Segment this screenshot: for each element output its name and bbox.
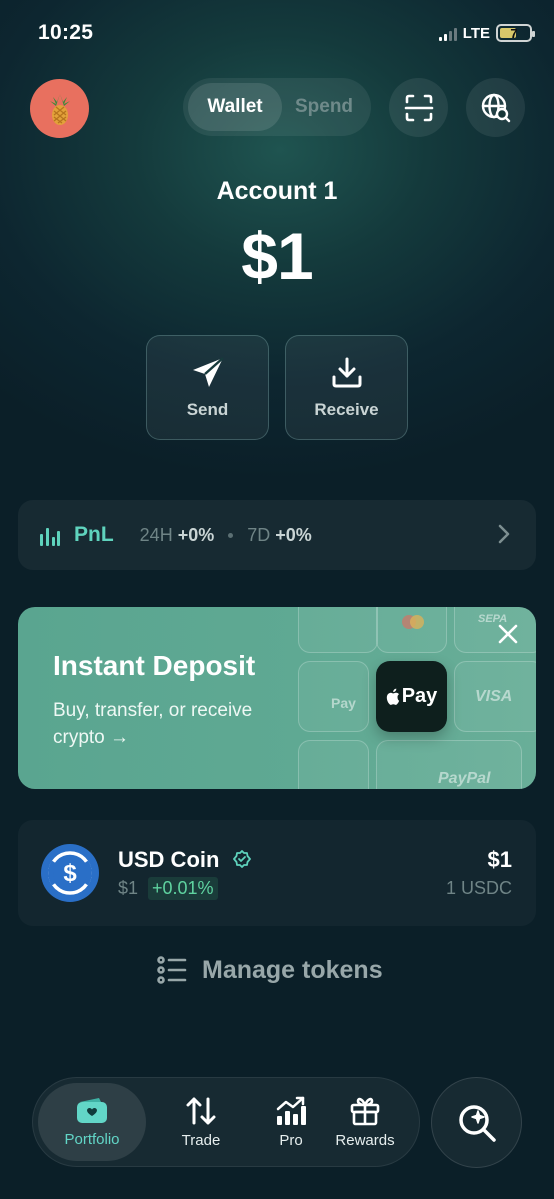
status-bar: 10:25 LTE 7 <box>0 0 554 66</box>
tab-portfolio-label: Portfolio <box>64 1130 120 1148</box>
receive-button[interactable]: Receive <box>285 335 408 440</box>
token-change: +0.01% <box>148 877 218 900</box>
pnl-row[interactable]: PnL 24H +0% 7D +0% <box>18 500 536 570</box>
svg-text:$: $ <box>63 860 77 887</box>
paypal-label: PayPal <box>438 770 491 787</box>
globe-search-icon <box>481 93 510 122</box>
pineapple-icon <box>49 93 70 125</box>
send-icon <box>192 356 224 387</box>
token-price: $1 <box>118 878 139 898</box>
list-icon <box>157 956 187 984</box>
verified-badge-icon <box>233 850 251 868</box>
network-label: LTE <box>462 24 490 42</box>
status-time: 10:25 <box>38 21 94 44</box>
usdc-icon: $ <box>41 844 99 902</box>
tab-rewards-label: Rewards <box>335 1131 395 1149</box>
token-value: $1 <box>487 847 512 872</box>
apple-pay-label: Pay <box>401 685 438 707</box>
tab-wallet[interactable]: Wallet <box>188 83 282 131</box>
banner-subtitle: Buy, transfer, or receive crypto → <box>53 700 253 748</box>
tab-rewards[interactable]: Rewards <box>315 1083 415 1161</box>
tab-trade[interactable]: Trade <box>153 1083 249 1161</box>
tab-portfolio[interactable]: Portfolio <box>38 1083 146 1161</box>
scan-button[interactable] <box>389 78 448 137</box>
instant-deposit-banner[interactable]: SEPA Pay VISA PayPal Pay Instant Deposit… <box>18 607 536 789</box>
gift-icon <box>350 1097 380 1125</box>
pnl-period-24h: 24H <box>139 524 173 545</box>
tile-bottom-left <box>298 740 369 789</box>
send-label: Send <box>186 399 229 419</box>
token-amount: 1 USDC <box>445 878 512 898</box>
chart-up-icon <box>276 1096 306 1125</box>
battery-level: 7 <box>510 25 518 41</box>
download-icon <box>332 357 361 387</box>
avatar[interactable] <box>30 79 89 138</box>
pnl-title: PnL <box>74 523 114 546</box>
chevron-right-icon <box>498 524 510 544</box>
token-row-usdc[interactable]: $ USD Coin $1 +0.01% $1 1 USDC <box>18 820 536 926</box>
pnl-value-7d: +0% <box>275 524 312 545</box>
bar-chart-icon <box>40 528 60 546</box>
banner-close-button[interactable] <box>498 624 518 649</box>
mastercard-icon <box>402 615 424 629</box>
search-sparkle-icon <box>458 1104 496 1142</box>
explore-button[interactable] <box>466 78 525 137</box>
account-balance: $1 <box>241 219 313 293</box>
visa-label: VISA <box>475 688 513 705</box>
battery-icon: 7 <box>496 24 535 42</box>
scan-icon <box>404 94 433 121</box>
send-button[interactable]: Send <box>146 335 269 440</box>
manage-tokens-label: Manage tokens <box>202 955 383 984</box>
pnl-value-24h: +0% <box>177 524 215 545</box>
receive-label: Receive <box>314 399 379 419</box>
signal-icon <box>438 26 457 41</box>
close-icon <box>498 624 518 644</box>
pnl-separator <box>228 532 234 538</box>
token-name: USD Coin <box>118 847 220 872</box>
tab-pro-label: Pro <box>279 1131 303 1149</box>
swap-arrows-icon <box>186 1097 216 1124</box>
wallet-spend-toggle: Wallet Spend <box>183 78 371 136</box>
status-indicators: LTE 7 <box>438 24 535 42</box>
ai-search-button[interactable] <box>431 1077 522 1168</box>
google-pay-label: Pay <box>331 695 356 711</box>
apple-icon <box>386 688 399 705</box>
banner-title: Instant Deposit <box>53 650 256 681</box>
tab-trade-label: Trade <box>181 1131 221 1149</box>
account-name[interactable]: Account 1 <box>0 177 554 206</box>
manage-tokens-button[interactable]: Manage tokens <box>157 955 383 985</box>
bottom-tab-bar: Portfolio Trade Pro Rewards <box>32 1077 420 1167</box>
apple-pay-tile: Pay <box>376 661 447 732</box>
wallet-icon <box>77 1097 107 1123</box>
pnl-period-7d: 7D <box>247 524 271 545</box>
tab-spend[interactable]: Spend <box>282 83 366 131</box>
tile-top-left <box>298 607 378 653</box>
